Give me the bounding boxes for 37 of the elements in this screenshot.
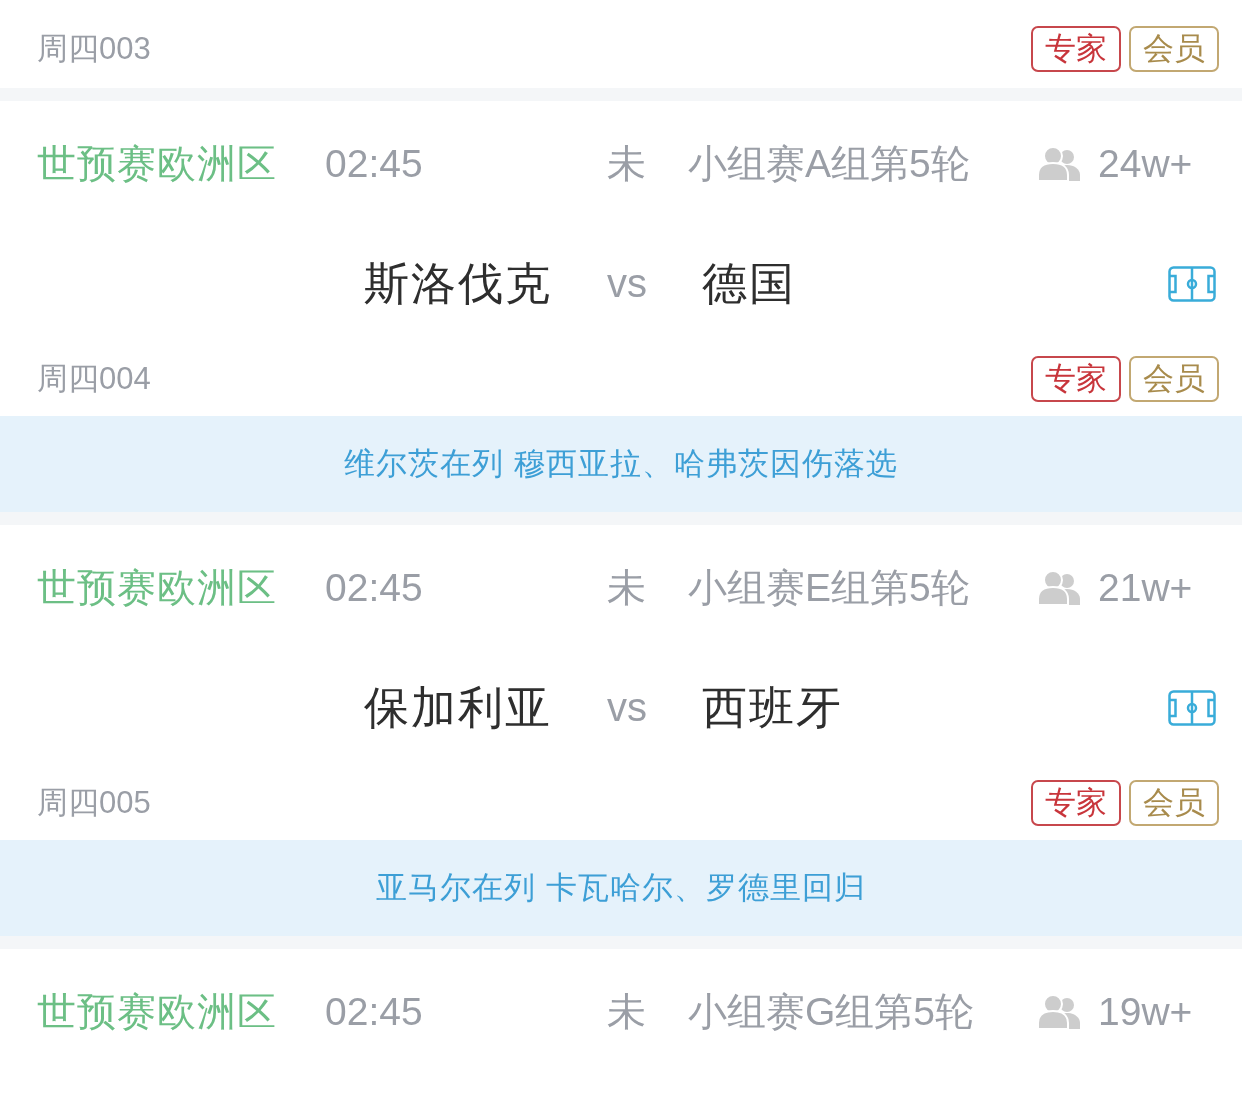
competition-name: 世预赛欧洲区 [37,140,277,187]
vs-label: vs [607,685,647,730]
match-time: 02:45 [325,141,423,186]
member-tag[interactable]: 会员 [1129,26,1219,72]
competition-name: 世预赛欧洲区 [37,564,277,611]
expert-tag[interactable]: 专家 [1031,779,1121,826]
people-icon [1038,146,1080,181]
viewer-count: 19w+ [1098,989,1193,1034]
home-team: 斯洛伐克 [364,256,552,311]
match-status: 未 [607,564,646,611]
news-headline[interactable]: 亚马尔在列 卡瓦哈尔、罗德里回归 [0,840,1242,936]
match-round: 小组赛E组第5轮 [688,564,970,611]
match-round: 小组赛A组第5轮 [688,140,970,187]
viewer-count: 21w+ [1098,565,1193,610]
match-code: 周四003 [37,30,151,68]
away-team: 德国 [702,256,796,311]
expert-tag[interactable]: 专家 [1031,355,1121,402]
people-icon [1038,570,1080,605]
match-code: 周四004 [37,359,151,398]
match-time: 02:45 [325,565,423,610]
member-tag[interactable]: 会员 [1129,779,1219,826]
match-time: 02:45 [325,989,423,1034]
match-round: 小组赛G组第5轮 [688,988,975,1035]
viewer-count: 24w+ [1098,141,1193,186]
match-code: 周四005 [37,783,151,822]
member-tag[interactable]: 会员 [1129,355,1219,402]
news-headline[interactable]: 维尔茨在列 穆西亚拉、哈弗茨因伤落选 [0,416,1242,512]
expert-tag[interactable]: 专家 [1031,26,1121,72]
pitch-icon[interactable] [1168,689,1216,726]
match-status: 未 [607,140,646,187]
competition-name: 世预赛欧洲区 [37,988,277,1035]
people-icon [1038,994,1080,1029]
pitch-icon[interactable] [1168,265,1216,302]
vs-label: vs [607,261,647,306]
home-team: 保加利亚 [364,680,552,735]
away-team: 西班牙 [702,680,843,735]
match-status: 未 [607,988,646,1035]
